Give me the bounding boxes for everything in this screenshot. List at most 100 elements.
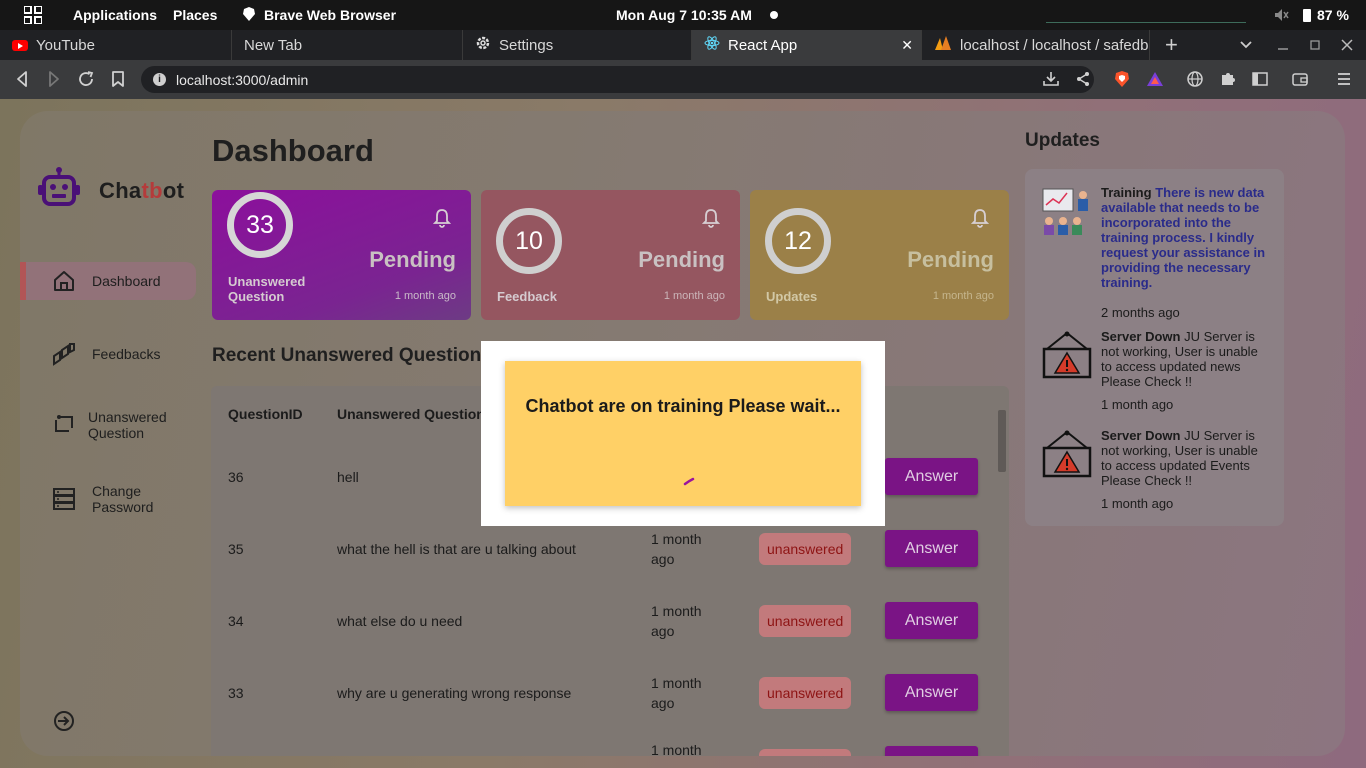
update-time: 1 month ago [1101, 397, 1174, 412]
status-badge: unanswered [759, 533, 852, 565]
card-label: Unanswered Question [228, 274, 306, 304]
status-badge: unanswered [759, 605, 852, 637]
bell-icon [432, 208, 452, 228]
home-icon [52, 269, 76, 293]
recent-questions-title: Recent Unanswered Question [212, 345, 482, 366]
card-label: Updates [766, 289, 818, 304]
stat-card-feedback[interactable]: 10 Pending Feedback 1 month ago [481, 190, 740, 320]
card-status: Pending [638, 247, 725, 272]
download-page-icon[interactable] [1041, 69, 1061, 89]
share-icon[interactable] [1073, 69, 1093, 89]
update-heading: Training [1101, 185, 1152, 200]
tab-new-tab[interactable]: New Tab [232, 30, 463, 60]
update-text: Server Down JU Server is not working, Us… [1101, 329, 1271, 389]
battery-indicator[interactable]: 87 % [1303, 0, 1349, 30]
question-text: what else do u need [337, 613, 463, 629]
stat-card-unanswered[interactable]: 33 Pending Unanswered Question 1 month a… [212, 190, 471, 320]
close-tab-icon[interactable]: ✕ [901, 37, 913, 54]
react-icon [704, 35, 720, 55]
app-grid-icon[interactable] [24, 0, 42, 30]
extensions-puzzle-icon[interactable] [1218, 69, 1238, 89]
answer-button[interactable]: Answer [885, 458, 978, 495]
tab-settings[interactable]: Settings [463, 30, 692, 60]
tab-phpmyadmin[interactable]: localhost / localhost / safedb [922, 30, 1150, 60]
question-date: 1 month [651, 742, 702, 756]
chatbot-logo[interactable]: Chatbot [37, 166, 184, 215]
update-heading: Server Down [1101, 329, 1181, 344]
menu-hamburger-icon[interactable] [1334, 69, 1354, 89]
count-ring: 12 [765, 208, 831, 274]
logout-icon[interactable] [53, 710, 75, 732]
answer-button[interactable]: Answer [885, 530, 978, 567]
battery-icon [1303, 8, 1311, 22]
globe-icon[interactable] [1185, 69, 1205, 89]
card-count: 10 [515, 226, 543, 255]
tab-react-app[interactable]: React App ✕ [692, 30, 922, 60]
card-count: 12 [784, 226, 812, 255]
answer-button[interactable]: Answer [885, 602, 978, 639]
minimize-window-icon[interactable] [1277, 30, 1289, 60]
modal-content: Chatbot are on training Please wait... [505, 361, 861, 506]
brave-rewards-icon[interactable] [1145, 69, 1165, 89]
logo-text: Chatbot [99, 178, 184, 204]
warning-sign-icon [1041, 430, 1093, 482]
site-info-icon[interactable]: i [153, 73, 166, 86]
logo-text-accent: tb [141, 177, 163, 203]
update-heading: Server Down [1101, 428, 1181, 443]
battery-level: 87 % [1317, 7, 1349, 23]
card-count: 33 [246, 210, 274, 239]
places-menu[interactable]: Places [173, 0, 217, 30]
youtube-icon [12, 39, 28, 51]
reload-icon[interactable] [76, 69, 96, 89]
close-window-icon[interactable] [1341, 30, 1353, 60]
speaker-muted-icon[interactable] [1273, 0, 1289, 30]
sidebar-item-change-password[interactable]: Change Password [20, 481, 196, 517]
stat-card-updates[interactable]: 12 Pending Updates 1 month ago [750, 190, 1009, 320]
question-id: 35 [228, 541, 244, 557]
tab-title: React App [728, 36, 798, 54]
table-row: 34 what else do u need 1 month ago unans… [211, 585, 991, 657]
sidebar-item-dashboard[interactable]: Dashboard [20, 262, 196, 300]
active-app-indicator[interactable]: Brave Web Browser [242, 0, 396, 30]
feedback-icon [52, 342, 76, 366]
update-time: 2 months ago [1101, 305, 1180, 320]
sidebar-item-label: Unanswered Question [88, 409, 167, 441]
sidebar-toggle-icon[interactable] [1250, 69, 1270, 89]
url-text: localhost:3000/admin [176, 71, 309, 88]
sidebar-item-feedbacks[interactable]: Feedbacks [20, 334, 196, 374]
sidebar-item-label: Change Password [92, 483, 154, 515]
wallet-icon[interactable] [1290, 69, 1310, 89]
question-id: 36 [228, 469, 244, 485]
tab-youtube[interactable]: YouTube [0, 30, 232, 60]
answer-button[interactable] [885, 746, 978, 756]
applications-menu[interactable]: Applications [73, 0, 157, 30]
count-ring: 33 [227, 192, 293, 258]
updates-title: Updates [1025, 130, 1100, 151]
modal-message: Chatbot are on training Please wait... [525, 396, 841, 416]
address-bar[interactable]: i localhost:3000/admin [141, 66, 1094, 93]
brave-shields-icon[interactable] [1112, 69, 1132, 89]
tab-title: New Tab [244, 36, 303, 54]
question-crop-icon [52, 413, 76, 437]
clock[interactable]: Mon Aug 7 10:35 AM [616, 0, 752, 30]
phpmyadmin-icon [934, 35, 952, 55]
answer-button[interactable]: Answer [885, 674, 978, 711]
loading-spinner-icon [683, 474, 697, 488]
back-icon[interactable] [12, 69, 32, 89]
page-title: Dashboard [212, 133, 374, 168]
server-icon [52, 487, 76, 511]
column-header-id: QuestionID [228, 406, 303, 422]
new-tab-button[interactable]: + [1165, 30, 1178, 60]
card-time: 1 month ago [932, 290, 994, 302]
tab-list-chevron-icon[interactable] [1240, 30, 1252, 60]
forward-icon[interactable] [44, 69, 64, 89]
maximize-window-icon[interactable] [1309, 30, 1321, 60]
training-illustration-icon [1041, 185, 1093, 237]
table-scrollbar[interactable] [996, 398, 1008, 756]
system-monitor-graph [1046, 0, 1246, 30]
training-modal: Chatbot are on training Please wait... [481, 341, 885, 526]
logo-text-part: ot [162, 177, 185, 203]
sidebar-item-unanswered-question[interactable]: Unanswered Question [20, 407, 196, 443]
scrollbar-thumb[interactable] [998, 410, 1006, 472]
bookmark-icon[interactable] [108, 69, 128, 89]
